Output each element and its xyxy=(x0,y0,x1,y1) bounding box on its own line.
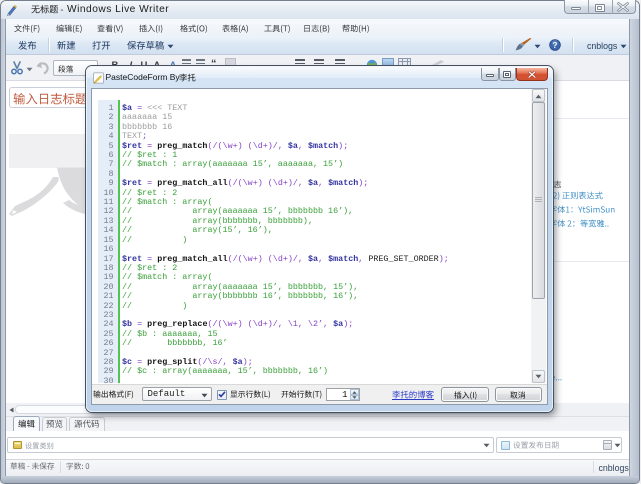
svg-text:?: ? xyxy=(553,41,558,50)
